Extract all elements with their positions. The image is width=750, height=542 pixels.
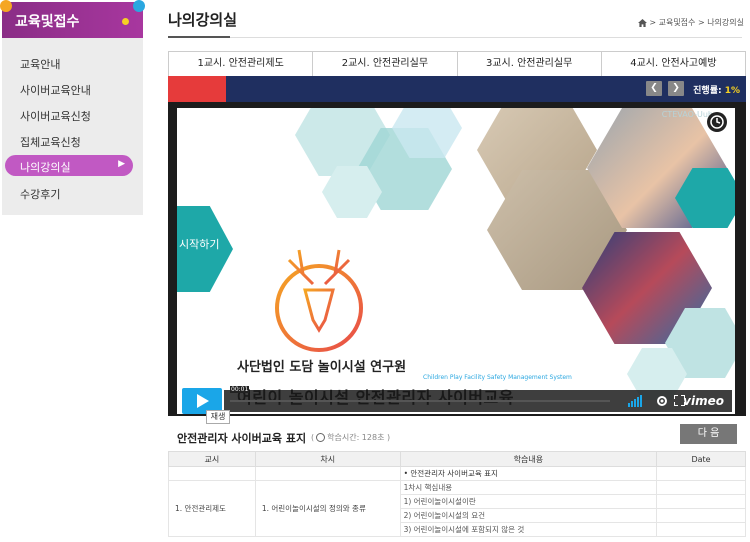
replay-tooltip: 재생 [206,410,230,424]
control-bar: vimeo [224,390,732,412]
next-button[interactable]: 다 음 [680,424,737,444]
sidebar-item-label: 사이버교육신청 [20,110,91,123]
sidebar-item-label: 수강후기 [20,188,61,201]
sidebar-item-cyber-apply[interactable]: 사이버교육신청 [2,102,143,128]
divider [168,37,742,38]
progress-text: 진행률: 1% [693,83,740,96]
progress-percent: 1% [724,86,740,96]
table-header: 교시 차시 학습내용 Date [168,451,746,467]
sidebar-item-cyber-info[interactable]: 사이버교육안내 [2,76,143,102]
chevron-right-icon: ❯ [672,83,680,93]
tab-lesson-4[interactable]: 4교시. 안전사고예방 [601,52,745,76]
cell-date [656,522,746,537]
chevron-left-icon: ❮ [650,83,658,93]
organization-subtitle: Children Play Facility Safety Management… [423,374,572,381]
tab-lesson-3[interactable]: 3교시. 안전관리실무 [457,52,602,76]
cell-session: 1. 어린이놀이시설의 정의와 종류 [254,480,401,537]
video-watermark: CTEVAO-Uub [661,110,713,119]
sidebar-item-reviews[interactable]: 수강후기 [2,180,143,206]
cell-date [656,480,746,495]
clock-icon [316,433,326,442]
time-display: 00:01 [230,386,250,393]
sidebar-item-label: 사이버교육안내 [20,84,91,97]
cell-period [168,466,256,481]
vimeo-logo[interactable]: vimeo [683,394,724,408]
video-controls: vimeo 00:01 [180,386,735,414]
tab-lesson-1[interactable]: 1교시. 안전관리제도 [169,52,314,76]
column-header: 학습내용 [399,451,658,467]
cell-content[interactable]: • 안전관리자 사이버교육 표지 [399,466,658,481]
sidebar-item-label: 집체교육신청 [20,136,81,149]
decorative-dot [122,18,129,25]
cell-date [656,494,746,509]
column-header: Date [656,451,746,467]
cell-period: 1. 안전관리제도 [168,480,256,537]
curriculum-table: 교시 차시 학습내용 Date • 안전관리자 사이버교육 표지 1. 안전관리… [168,451,746,537]
breadcrumb-path: > 교육및접수 > 나의강의실 [649,18,744,27]
progress-fill [168,76,226,102]
cell-content[interactable]: 3) 어린이놀이시설에 포함되지 않은 것 [399,522,658,537]
cell-date [656,508,746,523]
sidebar-menu: 교육안내 사이버교육안내 사이버교육신청 집체교육신청 나의강의실 ▶ 수강후기 [2,38,143,206]
decorative-dot [0,0,12,12]
prev-button[interactable]: ❮ [646,81,662,96]
tab-lesson-2[interactable]: 2교시. 안전관리실무 [313,52,458,76]
course-meta: ( 학습시간: 128초 ) [311,433,391,442]
sidebar-item-education-info[interactable]: 교육안내 [2,50,143,76]
watch-later-button[interactable] [707,112,727,132]
progress-bar: ❮ ❯ 진행률: 1% [168,76,746,102]
sidebar-item-my-classroom[interactable]: 나의강의실 ▶ [5,155,133,176]
study-time: 학습시간: 128초 ) [327,433,391,442]
page-title: 나의강의실 [168,11,238,29]
video-player[interactable]: 시작하기 CTEVAO-Uub 사단법인 도담 놀이시설 연구원 Childre… [168,102,746,416]
cell-content[interactable]: 1) 어린이놀이시설이란 [399,494,658,509]
cell-date [656,466,746,481]
start-button[interactable]: 시작하기 [177,206,233,292]
title-underline [168,36,230,38]
progress-label: 진행률: [693,86,725,96]
home-icon[interactable] [638,18,648,27]
organization-name: 사단법인 도담 놀이시설 연구원 [237,360,407,375]
cell-session [254,466,401,481]
lesson-tabs: 1교시. 안전관리제도 2교시. 안전관리실무 3교시. 안전관리실무 4교시.… [168,51,746,76]
sidebar: 교육및접수 교육안내 사이버교육안내 사이버교육신청 집체교육신청 나의강의실 ▶… [0,0,145,215]
volume-icon[interactable] [628,395,644,407]
breadcrumb: > 교육및접수 > 나의강의실 [638,17,744,28]
table-row[interactable]: 1. 안전관리제도 1. 어린이놀이시설의 정의와 종류 1차시 핵심내용 [168,480,746,537]
cell-content[interactable]: 2) 어린이놀이시설의 요건 [399,508,658,523]
settings-gear-icon[interactable] [656,395,668,407]
decorative-dot [133,0,145,12]
start-label: 시작하기 [179,238,220,251]
next-slide-button[interactable]: ❯ [668,81,684,96]
caret-right-icon: ▶ [118,159,125,169]
column-header: 차시 [254,451,401,467]
course-title: 안전관리자 사이버교육 표지 [177,432,307,445]
column-header: 교시 [168,451,256,467]
sidebar-header: 교육및접수 [0,0,145,38]
seek-bar[interactable] [230,400,610,402]
sidebar-title: 교육및접수 [15,14,80,30]
sidebar-item-label: 교육안내 [20,58,61,71]
cell-content: 1차시 핵심내용 [399,480,658,495]
sidebar-item-label: 나의강의실 [20,161,71,174]
sidebar-item-group-apply[interactable]: 집체교육신청 [2,128,143,154]
clock-icon [710,115,724,129]
table-row[interactable]: • 안전관리자 사이버교육 표지 [168,466,746,481]
video-frame: 시작하기 CTEVAO-Uub 사단법인 도담 놀이시설 연구원 Childre… [177,108,735,414]
deer-logo [275,249,363,352]
